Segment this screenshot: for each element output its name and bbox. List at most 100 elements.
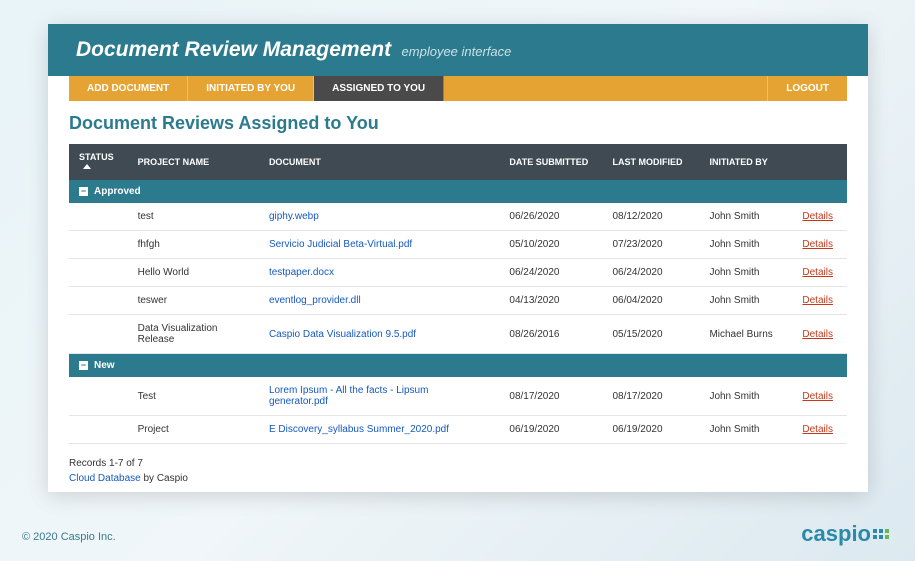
table-header-row: STATUS PROJECT NAME DOCUMENT DATE SUBMIT… [69, 144, 847, 180]
tab-logout[interactable]: LOGOUT [767, 76, 847, 101]
cell-date-submitted: 06/24/2020 [499, 259, 602, 287]
cell-project: Project [128, 416, 259, 444]
details-link[interactable]: Details [802, 295, 833, 306]
details-link[interactable]: Details [802, 239, 833, 250]
cell-initiated-by: John Smith [699, 203, 792, 231]
cell-document: Servicio Judicial Beta-Virtual.pdf [259, 231, 499, 259]
app-subtitle: employee interface [402, 44, 512, 59]
table-row: Hello World testpaper.docx 06/24/202006/24… [69, 259, 847, 287]
footer-attribution: Cloud Database by Caspio [69, 473, 847, 484]
cell-project: test [128, 203, 259, 231]
document-link[interactable]: Lorem Ipsum - All the facts - Lipsum gen… [269, 385, 429, 407]
tab-assigned-to-you[interactable]: ASSIGNED TO YOU [314, 76, 444, 101]
cell-last-modified: 05/15/2020 [602, 315, 699, 354]
table-row: fhfgh Servicio Judicial Beta-Virtual.pdf 0… [69, 231, 847, 259]
cell-last-modified: 06/04/2020 [602, 287, 699, 315]
col-details [792, 144, 847, 180]
caspio-logo: caspio [801, 521, 889, 547]
cell-status [69, 416, 128, 444]
cell-status [69, 259, 128, 287]
document-link[interactable]: Caspio Data Visualization 9.5.pdf [269, 329, 416, 340]
group-header[interactable]: −New [69, 354, 847, 378]
cell-status [69, 287, 128, 315]
group-header[interactable]: −Approved [69, 180, 847, 203]
cell-last-modified: 08/12/2020 [602, 203, 699, 231]
document-link[interactable]: giphy.webp [269, 211, 319, 222]
col-document[interactable]: DOCUMENT [259, 144, 499, 180]
cell-document: giphy.webp [259, 203, 499, 231]
by-caspio-text: by Caspio [141, 473, 188, 484]
details-link[interactable]: Details [802, 211, 833, 222]
cell-document: Caspio Data Visualization 9.5.pdf [259, 315, 499, 354]
logo-text: caspio [801, 521, 871, 547]
details-link[interactable]: Details [802, 329, 833, 340]
cell-status [69, 377, 128, 416]
cell-project: Hello World [128, 259, 259, 287]
document-link[interactable]: eventlog_provider.dll [269, 295, 361, 306]
table-row: teswer eventlog_provider.dll 04/13/202006/… [69, 287, 847, 315]
cell-initiated-by: John Smith [699, 287, 792, 315]
cell-document: E Discovery_syllabus Summer_2020.pdf [259, 416, 499, 444]
cell-details: Details [792, 259, 847, 287]
cell-initiated-by: Michael Burns [699, 315, 792, 354]
cell-document: eventlog_provider.dll [259, 287, 499, 315]
cell-initiated-by: John Smith [699, 377, 792, 416]
cell-initiated-by: John Smith [699, 416, 792, 444]
cell-date-submitted: 06/19/2020 [499, 416, 602, 444]
cell-project: fhfgh [128, 231, 259, 259]
col-last-modified[interactable]: LAST MODIFIED [602, 144, 699, 180]
cell-project: Data Visualization Release [128, 315, 259, 354]
cell-project: teswer [128, 287, 259, 315]
tab-bar: ADD DOCUMENT INITIATED BY YOU ASSIGNED T… [69, 76, 847, 101]
group-label: Approved [94, 186, 141, 197]
col-status[interactable]: STATUS [69, 144, 128, 180]
header: Document Review Management employee inte… [48, 24, 868, 76]
app-title: Document Review Management [76, 38, 391, 61]
details-link[interactable]: Details [802, 267, 833, 278]
cell-date-submitted: 06/26/2020 [499, 203, 602, 231]
cell-details: Details [792, 377, 847, 416]
cell-initiated-by: John Smith [699, 231, 792, 259]
cell-status [69, 203, 128, 231]
cell-date-submitted: 08/17/2020 [499, 377, 602, 416]
cell-details: Details [792, 416, 847, 444]
page-title: Document Reviews Assigned to You [69, 113, 847, 134]
cell-project: Test [128, 377, 259, 416]
cell-document: Lorem Ipsum - All the facts - Lipsum gen… [259, 377, 499, 416]
cell-details: Details [792, 203, 847, 231]
tab-add-document[interactable]: ADD DOCUMENT [69, 76, 188, 101]
details-link[interactable]: Details [802, 424, 833, 435]
copyright: © 2020 Caspio Inc. [22, 531, 116, 543]
table-row: Data Visualization Release Caspio Data Vi… [69, 315, 847, 354]
details-link[interactable]: Details [802, 391, 833, 402]
document-link[interactable]: Servicio Judicial Beta-Virtual.pdf [269, 239, 412, 250]
cell-last-modified: 06/19/2020 [602, 416, 699, 444]
table-row: Test Lorem Ipsum - All the facts - Lipsum… [69, 377, 847, 416]
cell-date-submitted: 05/10/2020 [499, 231, 602, 259]
col-project-name[interactable]: PROJECT NAME [128, 144, 259, 180]
col-initiated-by[interactable]: INITIATED BY [699, 144, 792, 180]
records-count: Records 1-7 of 7 [69, 458, 847, 469]
cell-document: testpaper.docx [259, 259, 499, 287]
cell-date-submitted: 04/13/2020 [499, 287, 602, 315]
reviews-table: STATUS PROJECT NAME DOCUMENT DATE SUBMIT… [69, 144, 847, 444]
tab-initiated-by-you[interactable]: INITIATED BY YOU [188, 76, 314, 101]
cell-status [69, 315, 128, 354]
collapse-icon[interactable]: − [79, 361, 88, 370]
cell-details: Details [792, 315, 847, 354]
cell-last-modified: 07/23/2020 [602, 231, 699, 259]
document-link[interactable]: testpaper.docx [269, 267, 334, 278]
app-panel: Document Review Management employee inte… [48, 24, 868, 492]
content-area: Document Reviews Assigned to You STATUS … [48, 101, 868, 450]
cloud-database-link[interactable]: Cloud Database [69, 473, 141, 484]
document-link[interactable]: E Discovery_syllabus Summer_2020.pdf [269, 424, 449, 435]
col-date-submitted[interactable]: DATE SUBMITTED [499, 144, 602, 180]
group-label: New [94, 360, 115, 371]
table-row: test giphy.webp 06/26/202008/12/2020John S… [69, 203, 847, 231]
cell-status [69, 231, 128, 259]
cell-last-modified: 06/24/2020 [602, 259, 699, 287]
collapse-icon[interactable]: − [79, 187, 88, 196]
logo-dots-icon [873, 529, 889, 539]
cell-initiated-by: John Smith [699, 259, 792, 287]
cell-last-modified: 08/17/2020 [602, 377, 699, 416]
